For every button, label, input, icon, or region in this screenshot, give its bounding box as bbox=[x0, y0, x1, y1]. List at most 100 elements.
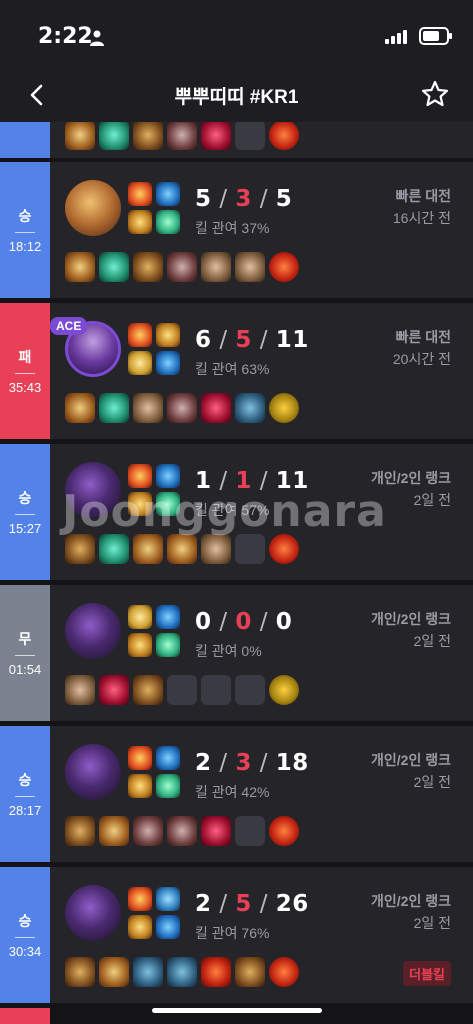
summoner-spell-icon bbox=[128, 464, 152, 488]
item-icon bbox=[65, 252, 95, 282]
empty-item-slot bbox=[235, 675, 265, 705]
item-row bbox=[65, 675, 299, 705]
kda: 5 / 3 / 5 bbox=[195, 186, 293, 212]
status-bar: 2:22 bbox=[0, 0, 473, 70]
result-indicator: 승 15:27 bbox=[0, 444, 50, 580]
kda: 0 / 0 / 0 bbox=[195, 609, 293, 635]
item-icon bbox=[235, 393, 265, 423]
item-icon bbox=[133, 957, 163, 987]
spells-runes bbox=[128, 746, 180, 798]
next-result-indicator bbox=[0, 1008, 50, 1024]
result-indicator bbox=[0, 122, 50, 158]
summoner-spell-icon bbox=[128, 746, 152, 770]
item-icon bbox=[65, 957, 95, 987]
game-duration: 18:12 bbox=[8, 239, 42, 254]
result-label: 승 bbox=[18, 772, 32, 788]
summoner-spell-icon bbox=[128, 351, 152, 375]
item-row bbox=[65, 122, 299, 150]
result-label: 무 bbox=[18, 631, 32, 647]
result-indicator: 승 28:17 bbox=[0, 726, 50, 862]
kills: 0 bbox=[195, 609, 212, 635]
summoner-spell-icon bbox=[128, 210, 152, 234]
secondary-rune-icon bbox=[156, 915, 180, 939]
queue-type: 개인/2인 랭크 bbox=[371, 470, 451, 486]
person-icon bbox=[90, 30, 104, 46]
assists: 11 bbox=[275, 327, 309, 353]
empty-item-slot bbox=[201, 675, 231, 705]
assists: 26 bbox=[275, 891, 309, 917]
queue-type: 개인/2인 랭크 bbox=[371, 893, 451, 909]
empty-item-slot bbox=[167, 675, 197, 705]
time-ago: 20시간 전 bbox=[392, 351, 451, 367]
assists: 5 bbox=[275, 186, 293, 212]
queue-type: 개인/2인 랭크 bbox=[371, 752, 451, 768]
star-icon[interactable] bbox=[421, 80, 449, 108]
keystone-rune-icon bbox=[156, 464, 180, 488]
kill-participation: 킬 관여 76% bbox=[195, 925, 270, 941]
result-label: 승 bbox=[18, 913, 32, 929]
item-icon bbox=[133, 534, 163, 564]
empty-item-slot bbox=[235, 122, 265, 150]
keystone-rune-icon bbox=[156, 746, 180, 770]
kda: 6 / 5 / 11 bbox=[195, 327, 309, 353]
match-card[interactable]: 승 30:34 2 / 5 / 26 킬 관여 76% 개인/2인 랭크 2일 … bbox=[0, 867, 473, 1003]
ward-icon bbox=[269, 816, 299, 846]
summoner-spell-icon bbox=[128, 492, 152, 516]
spells-runes bbox=[128, 887, 180, 939]
item-icon bbox=[133, 122, 163, 150]
deaths: 1 bbox=[235, 468, 252, 494]
item-icon bbox=[201, 816, 231, 846]
spells-runes bbox=[128, 182, 180, 234]
match-card[interactable]: 승 15:27 1 / 1 / 11 킬 관여 57% 개인/2인 랭크 2일 … bbox=[0, 444, 473, 580]
home-indicator[interactable] bbox=[152, 1008, 322, 1013]
item-icon bbox=[201, 534, 231, 564]
game-duration: 01:54 bbox=[8, 662, 42, 677]
item-icon bbox=[99, 675, 129, 705]
result-label: 승 bbox=[18, 490, 32, 506]
kda: 2 / 3 / 18 bbox=[195, 750, 309, 776]
item-icon bbox=[201, 122, 231, 150]
item-icon bbox=[99, 393, 129, 423]
match-list[interactable]: 승 18:12 5 / 3 / 5 킬 관여 37% 빠른 대전 16시간 전 … bbox=[0, 122, 473, 1024]
multikill-badge: 더블킬 bbox=[403, 961, 451, 986]
item-row bbox=[65, 816, 299, 846]
game-duration: 28:17 bbox=[8, 803, 42, 818]
ace-badge: ACE bbox=[50, 317, 88, 335]
time-ago: 2일 전 bbox=[413, 774, 451, 790]
summoner-spell-icon bbox=[128, 633, 152, 657]
deaths: 5 bbox=[235, 891, 252, 917]
match-card[interactable]: 승 18:12 5 / 3 / 5 킬 관여 37% 빠른 대전 16시간 전 bbox=[0, 162, 473, 298]
item-icon bbox=[99, 816, 129, 846]
match-card-partial[interactable] bbox=[0, 122, 473, 158]
item-icon bbox=[65, 675, 95, 705]
match-card[interactable]: 승 28:17 2 / 3 / 18 킬 관여 42% 개인/2인 랭크 2일 … bbox=[0, 726, 473, 862]
kill-participation: 킬 관여 63% bbox=[195, 361, 270, 377]
item-icon bbox=[99, 957, 129, 987]
empty-item-slot bbox=[235, 534, 265, 564]
match-card[interactable]: 무 01:54 0 / 0 / 0 킬 관여 0% 개인/2인 랭크 2일 전 bbox=[0, 585, 473, 721]
result-indicator: 무 01:54 bbox=[0, 585, 50, 721]
keystone-rune-icon bbox=[156, 887, 180, 911]
deaths: 5 bbox=[235, 327, 252, 353]
match-card[interactable]: 패 35:43 ACE 6 / 5 / 11 킬 관여 63% 빠른 대전 20… bbox=[0, 303, 473, 439]
ward-icon bbox=[269, 122, 299, 150]
summoner-spell-icon bbox=[128, 887, 152, 911]
summoner-spell-icon bbox=[128, 915, 152, 939]
item-icon bbox=[133, 393, 163, 423]
item-icon bbox=[99, 252, 129, 282]
item-icon bbox=[201, 957, 231, 987]
game-duration: 35:43 bbox=[8, 380, 42, 395]
kills: 2 bbox=[195, 750, 212, 776]
kill-participation: 킬 관여 0% bbox=[195, 643, 262, 659]
assists: 0 bbox=[275, 609, 293, 635]
signal-icon bbox=[385, 30, 407, 44]
game-duration: 15:27 bbox=[8, 521, 42, 536]
item-icon bbox=[167, 122, 197, 150]
champion-portrait bbox=[65, 603, 121, 659]
queue-type: 빠른 대전 bbox=[395, 329, 451, 345]
item-icon bbox=[167, 816, 197, 846]
time-ago: 2일 전 bbox=[413, 915, 451, 931]
item-row bbox=[65, 957, 299, 987]
keystone-rune-icon bbox=[156, 605, 180, 629]
kill-participation: 킬 관여 37% bbox=[195, 220, 270, 236]
